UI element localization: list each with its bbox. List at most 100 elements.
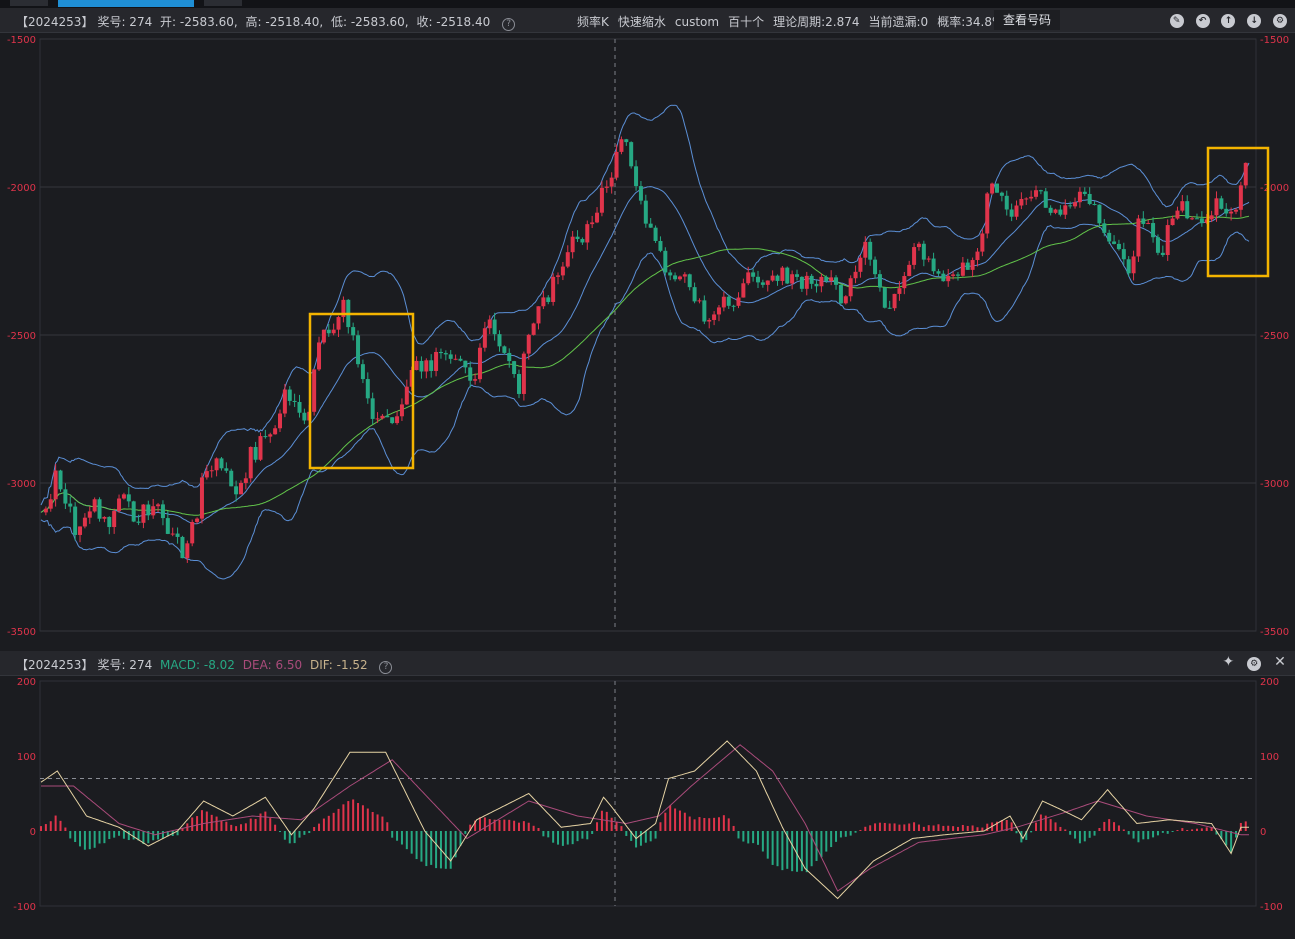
candle-body xyxy=(882,287,887,308)
macd-bar xyxy=(1039,814,1042,831)
candle-body xyxy=(443,353,448,355)
candle-body xyxy=(351,327,356,336)
candle-body xyxy=(502,346,507,353)
macd-bar xyxy=(444,831,447,869)
window-tab[interactable] xyxy=(10,0,48,6)
macd-bar xyxy=(937,824,940,831)
candle-body xyxy=(473,379,478,381)
candle-body xyxy=(497,334,502,347)
indicator-item: 快速缩水 xyxy=(617,15,666,29)
candle-body xyxy=(687,274,692,288)
help-icon[interactable]: ? xyxy=(502,18,516,31)
candle-body xyxy=(1160,252,1165,256)
macd-bar xyxy=(805,831,808,873)
pencil-icon[interactable]: ✎ xyxy=(1169,14,1184,28)
candle-body xyxy=(195,518,200,522)
candle-body xyxy=(624,139,629,143)
candle-body xyxy=(424,360,429,372)
arrow-up-icon[interactable]: ↑ xyxy=(1221,14,1236,28)
macd-bar xyxy=(610,817,613,831)
macd-chart[interactable]: 200 200 100 100 0 0 -100 -100 xyxy=(0,676,1295,939)
macd-bar xyxy=(908,823,911,831)
macd-bar xyxy=(674,808,677,831)
macd-bar xyxy=(830,831,833,848)
candle-body xyxy=(1058,209,1063,215)
candle-body xyxy=(638,186,643,201)
macd-bar xyxy=(103,831,106,844)
candle-body xyxy=(126,494,131,502)
macd-bar xyxy=(88,831,91,850)
candle-body xyxy=(463,360,468,368)
candle-body xyxy=(87,511,92,518)
macd-bar xyxy=(708,818,711,831)
macd-bar xyxy=(152,831,155,841)
help-icon[interactable]: ? xyxy=(379,661,393,674)
macd-bar xyxy=(113,831,116,838)
macd-bar xyxy=(566,831,569,845)
candle-body xyxy=(73,506,78,535)
candle-body xyxy=(336,317,341,330)
window-tab-active[interactable] xyxy=(58,0,194,7)
main-chart[interactable]: -1500 -1500 -2000 -2000 -2500 -2500 -3000 -3000… xyxy=(0,33,1295,651)
macd-bar xyxy=(200,810,203,831)
macd-bar xyxy=(337,808,340,831)
candle-body xyxy=(702,300,707,322)
macd-bar xyxy=(303,831,306,835)
macd-bar xyxy=(98,831,101,844)
macd-bar xyxy=(761,831,764,852)
macd-bar xyxy=(366,808,369,831)
band-upper-line xyxy=(40,104,1250,506)
macd-bar xyxy=(361,805,364,831)
macd-bar xyxy=(313,827,316,831)
candle-body xyxy=(668,272,673,276)
arrow-down-icon[interactable]: ↓ xyxy=(1247,14,1262,28)
candle-body xyxy=(131,501,136,522)
candle-body xyxy=(970,260,975,270)
close-icon[interactable]: ✕ xyxy=(1273,655,1287,669)
macd-bar xyxy=(1205,827,1208,831)
macd-bar xyxy=(59,820,62,831)
candle-body xyxy=(682,274,687,277)
settings-icon[interactable]: ⚙ xyxy=(1247,657,1262,671)
macd-bar xyxy=(249,818,252,831)
undo-icon[interactable]: ↶ xyxy=(1195,14,1210,28)
candle-body xyxy=(258,436,263,460)
macd-bar xyxy=(1122,829,1125,831)
candle-body xyxy=(253,446,258,460)
candle-body xyxy=(1073,202,1078,207)
settings-icon[interactable]: ⚙ xyxy=(1273,14,1287,28)
band-lower-line xyxy=(40,223,1250,580)
macd-bar xyxy=(883,822,886,831)
window-tab-strip xyxy=(0,0,1295,8)
macd-bar xyxy=(298,831,301,838)
y-tick-label-left: 0 xyxy=(30,827,36,838)
y-tick-label-right: -2000 xyxy=(1260,183,1289,194)
check-number-button[interactable]: 查看号码 xyxy=(994,10,1061,30)
candle-body xyxy=(1185,201,1190,219)
band-middle-line xyxy=(40,186,1250,525)
y-tick-label-right: -3000 xyxy=(1260,479,1289,490)
macd-bar xyxy=(835,831,838,842)
candle-body xyxy=(312,369,317,412)
candle-body xyxy=(1209,215,1214,220)
macd-bar xyxy=(322,818,325,831)
candle-body xyxy=(546,297,551,302)
candle-body xyxy=(755,276,760,283)
candle-body xyxy=(629,142,634,167)
macd-bar xyxy=(220,820,223,831)
y-tick-label-right: -1500 xyxy=(1260,35,1289,46)
candle-body xyxy=(1048,207,1053,213)
candle-body xyxy=(297,402,302,413)
macd-bar xyxy=(796,831,799,872)
candle-body xyxy=(48,499,53,509)
pin-icon[interactable]: ✦ xyxy=(1221,655,1235,669)
candle-body xyxy=(643,200,648,224)
window-tab[interactable] xyxy=(204,0,242,6)
macd-bar xyxy=(410,831,413,854)
macd-bar xyxy=(781,831,784,871)
candle-body xyxy=(799,276,804,289)
y-tick-label-right: 100 xyxy=(1260,752,1279,763)
macd-bar xyxy=(737,831,740,839)
macd-bar xyxy=(1030,831,1033,833)
candle-body xyxy=(209,470,214,472)
